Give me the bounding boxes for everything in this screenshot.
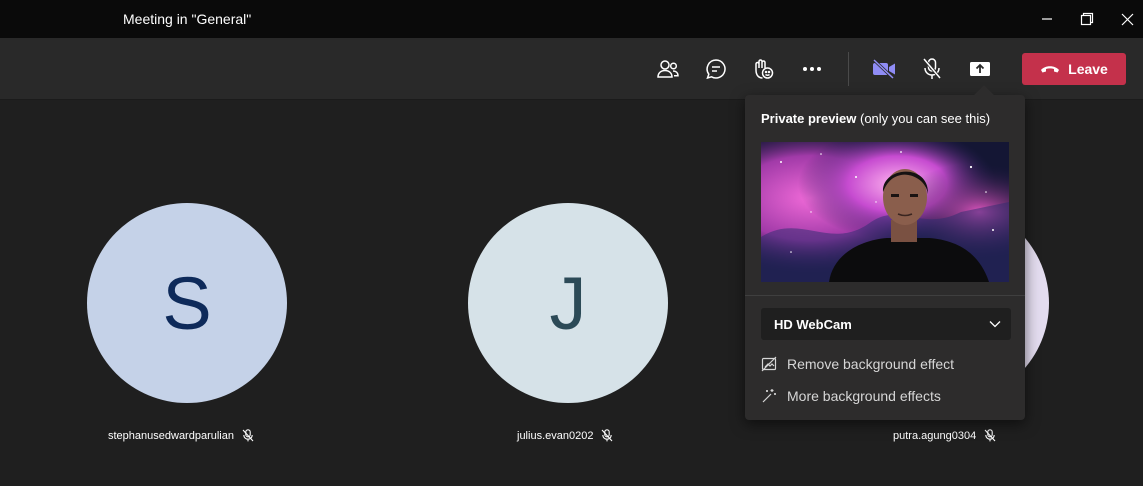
mic-muted-icon	[922, 58, 942, 79]
participant-name-tag: stephanusedwardparulian	[108, 429, 254, 442]
mic-toggle-button[interactable]	[915, 52, 949, 86]
more-background-label: More background effects	[787, 388, 941, 404]
preview-title-note: (only you can see this)	[856, 111, 991, 126]
leave-button[interactable]: Leave	[1022, 53, 1126, 85]
share-screen-button[interactable]	[963, 52, 997, 86]
toolbar-divider	[848, 52, 849, 86]
reactions-icon	[755, 59, 774, 79]
participant-avatar[interactable]: S	[87, 203, 287, 403]
chat-button[interactable]	[699, 52, 733, 86]
participant-name-tag: julius.evan0202	[517, 429, 613, 442]
participant-name: stephanusedwardparulian	[108, 429, 234, 442]
participant-name-tag: putra.agung0304	[893, 429, 996, 442]
self-video-preview	[761, 142, 1009, 282]
restore-button[interactable]	[1070, 4, 1104, 34]
no-background-icon	[761, 356, 777, 372]
minimize-icon	[1042, 18, 1052, 20]
participant-avatar[interactable]: J	[468, 203, 668, 403]
window-title: Meeting in "General"	[123, 11, 252, 27]
camera-off-icon	[872, 59, 895, 79]
avatar-initial: J	[549, 261, 587, 345]
participants-button[interactable]	[651, 52, 685, 86]
close-icon	[1121, 13, 1133, 25]
hang-up-icon	[1041, 66, 1060, 73]
remove-background-label: Remove background effect	[787, 356, 955, 372]
preview-title: Private preview (only you can see this)	[761, 111, 990, 126]
magic-wand-icon	[762, 389, 776, 403]
preview-title-bold: Private preview	[761, 111, 857, 126]
participant-name: putra.agung0304	[893, 429, 977, 442]
chat-icon	[706, 59, 726, 80]
participants-icon	[657, 60, 679, 78]
remove-background-option[interactable]: Remove background effect	[761, 353, 954, 375]
chevron-down-icon	[989, 321, 1001, 328]
camera-toggle-button[interactable]	[867, 52, 901, 86]
popover-divider	[745, 295, 1025, 296]
camera-device-value: HD WebCam	[774, 316, 852, 332]
leave-label: Leave	[1068, 61, 1108, 77]
reactions-button[interactable]	[746, 52, 780, 86]
webcam-preview-image	[761, 142, 1009, 282]
more-options-icon	[803, 67, 821, 71]
share-screen-icon	[970, 62, 990, 76]
mic-muted-icon	[984, 429, 996, 442]
more-options-button[interactable]	[795, 52, 829, 86]
more-background-effects-option[interactable]: More background effects	[761, 385, 941, 407]
mic-muted-icon	[602, 429, 613, 442]
avatar-initial: S	[162, 261, 212, 345]
minimize-button[interactable]	[1030, 4, 1064, 34]
mic-muted-icon	[242, 429, 254, 442]
camera-device-dropdown[interactable]: HD WebCam	[761, 308, 1011, 340]
title-bar: Meeting in "General"	[0, 0, 1143, 38]
camera-preview-popover: Private preview (only you can see this)	[745, 85, 1025, 420]
restore-icon	[1080, 12, 1094, 26]
meeting-toolbar: Leave	[0, 38, 1143, 100]
close-button[interactable]	[1110, 4, 1143, 34]
participant-name: julius.evan0202	[517, 429, 594, 442]
